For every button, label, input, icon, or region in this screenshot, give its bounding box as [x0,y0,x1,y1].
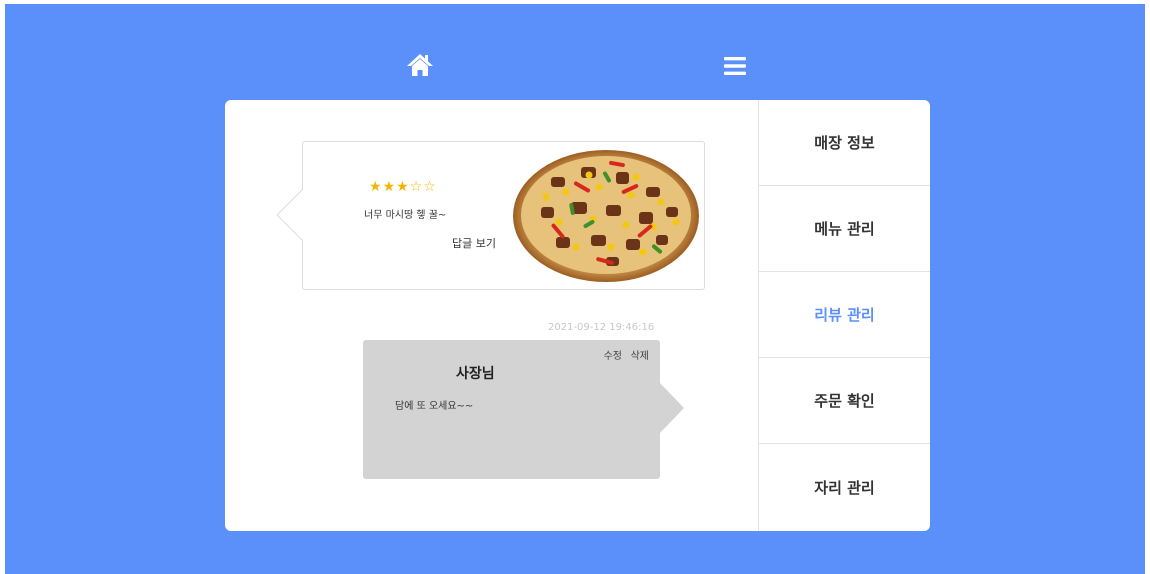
star-filled-icon: ★ [382,179,397,195]
rating-stars: ★★★☆☆ [369,179,437,195]
star-empty-icon: ☆ [423,179,437,195]
hamburger-menu-icon[interactable] [720,51,750,81]
reply-timestamp: 2021-09-12 19:46:16 [548,322,655,333]
side-menu-menu-management[interactable]: 메뉴 관리 [759,186,930,272]
side-menu: 매장 정보 메뉴 관리 리뷰 관리 주문 확인 자리 관리 [758,100,930,531]
edit-reply-button[interactable]: 수정 [604,347,622,362]
reply-author: 사장님 [456,366,495,382]
reply-bubble-pointer [660,383,684,433]
side-menu-store-info[interactable]: 매장 정보 [759,100,930,186]
owner-reply-bubble: 수정 삭제 사장님 담에 또 오세요~~ [363,340,684,479]
side-menu-seat-management[interactable]: 자리 관리 [759,444,930,531]
side-menu-order-check[interactable]: 주문 확인 [759,358,930,444]
star-filled-icon: ★ [369,179,383,195]
review-card-pointer [277,189,303,241]
side-menu-review-management[interactable]: 리뷰 관리 [759,272,930,358]
reply-text: 담에 또 오세요~~ [395,401,474,412]
star-filled-icon: ★ [396,179,410,195]
review-text: 너무 마시땅 헿 꿀~ [364,210,447,221]
app-background: ★★★☆☆ 너무 마시땅 헿 꿀~ 답글 보기 2021-09-12 19:46… [5,4,1145,574]
star-empty-icon: ☆ [409,179,424,195]
pizza-image [513,150,699,282]
main-panel: ★★★☆☆ 너무 마시땅 헿 꿀~ 답글 보기 2021-09-12 19:46… [225,100,930,531]
view-reply-link[interactable]: 답글 보기 [452,235,496,251]
review-card: ★★★☆☆ 너무 마시땅 헿 꿀~ 답글 보기 [277,141,705,290]
home-icon[interactable] [405,51,435,81]
delete-reply-button[interactable]: 삭제 [631,347,649,362]
